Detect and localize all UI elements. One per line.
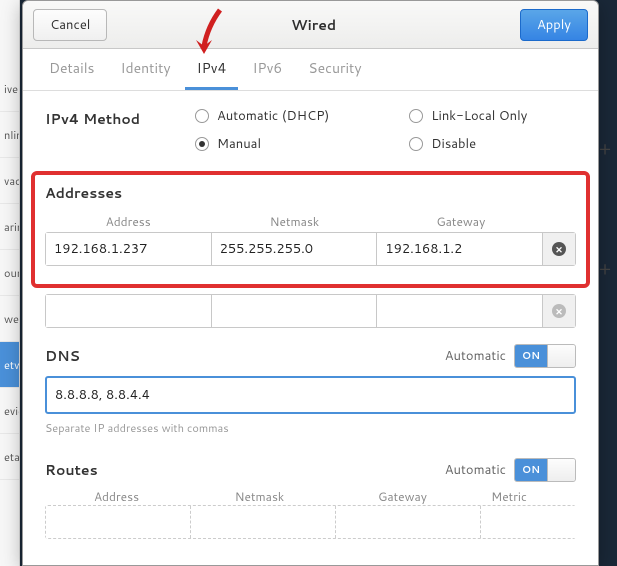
cancel-button[interactable]: Cancel xyxy=(33,9,107,41)
route-address-input[interactable] xyxy=(46,506,191,538)
tab-security[interactable]: Security xyxy=(296,49,373,90)
address-input[interactable] xyxy=(46,295,212,327)
bg-item: we xyxy=(0,296,19,342)
delete-row-button[interactable]: ✕ xyxy=(543,233,575,265)
netmask-input[interactable] xyxy=(212,233,378,265)
plus-icon: + xyxy=(597,140,613,156)
header-gateway: Gateway xyxy=(378,213,544,230)
routes-header: Routes Automatic ON xyxy=(45,458,576,482)
routes-auto-label: Automatic xyxy=(445,461,506,479)
gateway-input[interactable] xyxy=(377,295,543,327)
tab-ipv6[interactable]: IPv6 xyxy=(240,49,294,90)
background-sidebar: ive nlin vac arin oun we etw evic etail xyxy=(0,0,20,566)
dns-hint: Separate IP addresses with commas xyxy=(45,420,576,436)
route-netmask-input[interactable] xyxy=(191,506,336,538)
bg-item: nlin xyxy=(0,112,19,158)
bg-item: vac xyxy=(0,158,19,204)
switch-knob xyxy=(547,459,575,481)
header-netmask: Netmask xyxy=(188,488,331,505)
addresses-headers: Address Netmask Gateway xyxy=(45,213,576,230)
dns-auto-label: Automatic xyxy=(445,347,506,365)
close-icon: ✕ xyxy=(552,242,566,256)
header-address: Address xyxy=(45,213,211,230)
plus-icon: + xyxy=(597,260,613,276)
tab-details[interactable]: Details xyxy=(37,49,107,90)
radio-manual[interactable]: Manual xyxy=(195,135,329,153)
routes-auto-switch[interactable]: ON xyxy=(514,458,576,482)
radio-icon xyxy=(195,137,209,151)
ipv4-method-row: IPv4 Method Automatic (DHCP) Manual xyxy=(45,107,576,153)
route-gateway-input[interactable] xyxy=(336,506,481,538)
tab-ipv4[interactable]: IPv4 xyxy=(185,49,239,90)
header-address: Address xyxy=(45,488,188,505)
switch-on-label: ON xyxy=(515,459,547,481)
background-right: + + xyxy=(597,0,615,566)
close-icon: ✕ xyxy=(552,304,566,318)
dns-title: DNS xyxy=(45,346,445,366)
bg-item: oun xyxy=(0,250,19,296)
route-metric-input[interactable] xyxy=(481,506,598,538)
address-row: ✕ xyxy=(45,232,576,266)
tab-bar: Details Identity IPv4 IPv6 Security xyxy=(23,49,598,91)
gateway-input[interactable] xyxy=(377,233,543,265)
header-gateway: Gateway xyxy=(331,488,474,505)
routes-title: Routes xyxy=(45,460,445,480)
addresses-title: Addresses xyxy=(45,183,576,203)
radio-automatic[interactable]: Automatic (DHCP) xyxy=(195,107,329,125)
dns-auto-switch[interactable]: ON xyxy=(514,344,576,368)
tab-identity[interactable]: Identity xyxy=(109,49,183,90)
dns-input[interactable] xyxy=(45,376,576,414)
delete-row-button[interactable]: ✕ xyxy=(543,295,575,327)
address-row-empty: ✕ xyxy=(45,294,576,328)
bg-item: etw xyxy=(0,342,19,388)
route-row-empty: ✕ xyxy=(45,505,576,539)
switch-knob xyxy=(547,345,575,367)
radio-icon xyxy=(409,109,423,123)
address-input[interactable] xyxy=(46,233,212,265)
bg-item: arin xyxy=(0,204,19,250)
header-netmask: Netmask xyxy=(211,213,377,230)
radio-linklocal[interactable]: Link-Local Only xyxy=(409,107,527,125)
ipv4-method-label: IPv4 Method xyxy=(45,107,195,129)
radio-label: Link-Local Only xyxy=(431,107,527,125)
bg-item: evic xyxy=(0,388,19,434)
dialog-title: Wired xyxy=(107,15,520,35)
titlebar: Cancel Wired Apply xyxy=(23,1,598,49)
header-metric: Metric xyxy=(474,488,544,505)
routes-headers: Address Netmask Gateway Metric xyxy=(45,488,576,505)
switch-on-label: ON xyxy=(515,345,547,367)
netmask-input[interactable] xyxy=(212,295,378,327)
addresses-highlight: Addresses Address Netmask Gateway ✕ xyxy=(31,171,590,288)
tab-content: IPv4 Method Automatic (DHCP) Manual xyxy=(23,91,598,565)
apply-button[interactable]: Apply xyxy=(520,9,588,41)
connection-dialog: Cancel Wired Apply Details Identity IPv4… xyxy=(22,0,599,566)
radio-label: Disable xyxy=(431,135,476,153)
bg-item: etail xyxy=(0,434,19,480)
dns-header: DNS Automatic ON xyxy=(45,344,576,368)
radio-label: Manual xyxy=(217,135,261,153)
bg-item: ive xyxy=(0,66,19,112)
radio-icon xyxy=(195,109,209,123)
radio-disable[interactable]: Disable xyxy=(409,135,527,153)
radio-icon xyxy=(409,137,423,151)
radio-label: Automatic (DHCP) xyxy=(217,107,329,125)
